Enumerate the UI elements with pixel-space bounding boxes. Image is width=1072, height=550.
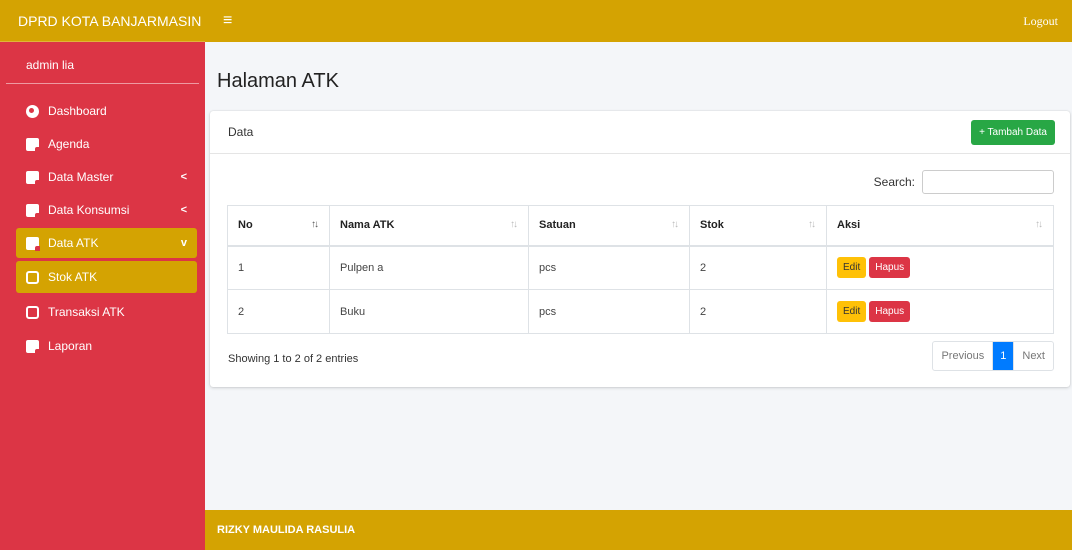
search-input[interactable] <box>922 170 1054 194</box>
column-header-satuan[interactable]: Satuan ↑↓ <box>528 205 690 247</box>
data-card: Data + Tambah Data Search: No ↑↓ Nama ATK… <box>210 111 1070 387</box>
sidebar-item-data-konsumsi[interactable]: Data Konsumsi < <box>16 195 197 225</box>
cell-stok: 2 <box>689 245 827 290</box>
sort-icon: ↑↓ <box>808 219 816 230</box>
note-icon <box>26 236 40 251</box>
sidebar-item-label: Dashboard <box>48 104 107 118</box>
sidebar-item-label: Data Master <box>48 170 114 184</box>
sidebar-item-dashboard[interactable]: Dashboard <box>16 96 197 126</box>
column-header-nama-atk[interactable]: Nama ATK ↑↓ <box>329 205 529 247</box>
edit-button[interactable]: Edit <box>837 301 867 322</box>
cell-satuan: pcs <box>528 289 690 334</box>
top-navbar: ≡ Logout <box>205 0 1072 42</box>
column-header-no[interactable]: No ↑↓ <box>227 205 330 247</box>
cell-nama: Pulpen a <box>329 245 529 290</box>
sidebar-item-label: Data Konsumsi <box>48 203 130 217</box>
cell-satuan: pcs <box>528 245 690 290</box>
atk-table: No ↑↓ Nama ATK ↑↓ Satuan ↑↓ Stok ↑↓ Aksi ↑↓ 1… <box>227 205 1054 334</box>
chevron-left-icon: < <box>180 204 187 216</box>
table-row: 2 Buku pcs 2 Edit Hapus <box>227 289 1054 334</box>
cell-aksi: Edit Hapus <box>826 289 1054 334</box>
sort-icon: ↑↓ <box>671 219 679 230</box>
delete-button[interactable]: Hapus <box>869 301 911 322</box>
sidebar-item-stok-atk[interactable]: Stok ATK <box>16 261 197 293</box>
column-header-stok[interactable]: Stok ↑↓ <box>689 205 827 247</box>
sort-icon: ↑↓ <box>1035 219 1043 230</box>
user-panel: admin lia <box>6 42 199 84</box>
chevron-left-icon: < <box>180 171 187 183</box>
sidebar-item-transaksi-atk[interactable]: Transaksi ATK <box>16 296 197 328</box>
chevron-down-icon: v <box>180 237 187 249</box>
table-header-row: No ↑↓ Nama ATK ↑↓ Satuan ↑↓ Stok ↑↓ Aksi ↑↓ <box>227 205 1054 247</box>
entries-info: Showing 1 to 2 of 2 entries <box>228 353 359 365</box>
cell-stok: 2 <box>689 289 827 334</box>
page-1-button[interactable]: 1 <box>993 342 1014 370</box>
card-header: Data + Tambah Data <box>210 111 1070 154</box>
table-row: 1 Pulpen a pcs 2 Edit Hapus <box>227 245 1054 290</box>
sidebar-item-label: Stok ATK <box>48 270 98 284</box>
sidebar-item-laporan[interactable]: Laporan <box>16 331 197 361</box>
card-title: Data <box>228 125 254 139</box>
note-icon <box>26 339 40 354</box>
hamburger-menu-icon[interactable]: ≡ <box>223 13 232 29</box>
sidebar-item-data-master[interactable]: Data Master < <box>16 162 197 192</box>
previous-page-button[interactable]: Previous <box>933 342 994 370</box>
sidebar-item-data-atk[interactable]: Data ATK v <box>16 228 197 258</box>
sidebar-item-label: Agenda <box>48 137 90 151</box>
sort-icon: ↑↓ <box>510 219 518 230</box>
logout-link[interactable]: Logout <box>1023 14 1058 29</box>
note-outline-icon <box>26 270 39 284</box>
user-name[interactable]: admin lia <box>26 58 74 72</box>
sidebar-item-label: Data ATK <box>48 236 99 250</box>
sidebar: DPRD KOTA BANJARMASIN admin lia Dashboar… <box>0 0 205 550</box>
search-label: Search: <box>873 175 915 189</box>
delete-button[interactable]: Hapus <box>869 257 911 279</box>
column-header-aksi[interactable]: Aksi ↑↓ <box>826 205 1054 247</box>
search-row: Search: <box>874 170 1054 194</box>
sidebar-item-label: Laporan <box>48 339 93 353</box>
note-outline-icon <box>26 305 39 319</box>
cell-no: 2 <box>227 289 330 334</box>
add-data-button[interactable]: + Tambah Data <box>971 119 1055 145</box>
cell-nama: Buku <box>329 289 529 334</box>
cell-aksi: Edit Hapus <box>826 245 1054 290</box>
page-title: Halaman ATK <box>217 70 339 92</box>
footer: RIZKY MAULIDA RASULIA <box>205 510 1072 550</box>
edit-button[interactable]: Edit <box>837 257 867 279</box>
next-page-button[interactable]: Next <box>1013 342 1053 370</box>
cell-no: 1 <box>227 245 330 290</box>
note-icon <box>26 203 40 218</box>
sort-icon: ↑↓ <box>311 219 319 230</box>
sidebar-nav: Dashboard Agenda Data Master < Data Kons… <box>0 84 205 361</box>
dashboard-icon <box>26 104 39 118</box>
sidebar-item-label: Transaksi ATK <box>48 305 125 319</box>
note-icon <box>26 170 40 185</box>
brand-title[interactable]: DPRD KOTA BANJARMASIN <box>0 0 205 42</box>
pagination: Previous 1 Next <box>932 341 1054 371</box>
sidebar-item-agenda[interactable]: Agenda <box>16 129 197 159</box>
note-icon <box>26 137 40 152</box>
